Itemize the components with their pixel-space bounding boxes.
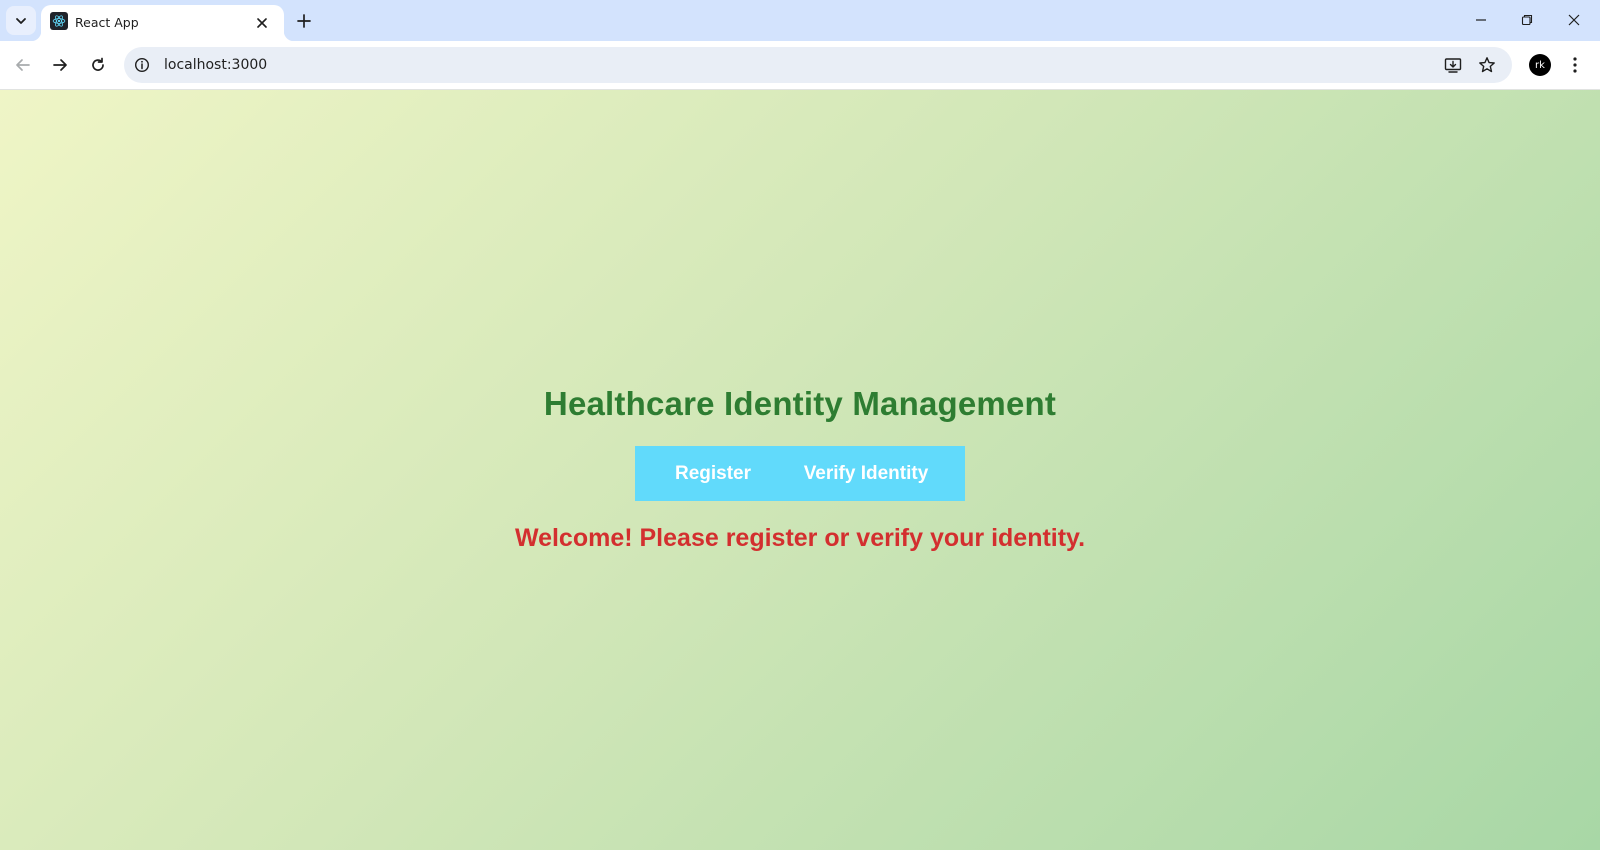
restore-icon [1521,14,1533,26]
react-logo-icon [50,12,68,30]
browser-toolbar: localhost:3000 rk [0,41,1600,90]
plus-icon [297,14,311,28]
close-window-button[interactable] [1551,5,1597,35]
register-button[interactable]: Register [635,446,779,501]
arrow-right-icon [53,59,67,71]
bookmark-button[interactable] [1475,53,1499,77]
minimize-window-button[interactable] [1458,5,1504,35]
arrow-left-icon [16,59,30,71]
kebab-menu-icon [1573,57,1577,73]
minimize-icon [1476,19,1486,21]
close-icon [257,18,267,28]
page-title: Healthcare Identity Management [543,385,1057,422]
action-button-group: Register Verify Identity [635,446,965,501]
star-icon [1479,57,1495,73]
tab-close-button[interactable] [252,13,272,33]
app-container: Healthcare Identity Management Register … [0,90,1600,850]
page-viewport: Healthcare Identity Management Register … [0,90,1600,850]
tab-strip: React App [0,0,1600,41]
install-app-button[interactable] [1441,53,1465,77]
restore-window-button[interactable] [1504,5,1550,35]
browser-menu-button[interactable] [1563,53,1587,77]
new-tab-button[interactable] [292,9,316,33]
forward-button[interactable] [45,50,75,80]
chevron-down-icon [16,17,26,24]
welcome-message: Welcome! Please register or verify your … [514,524,1086,552]
info-icon [134,57,150,73]
reload-button[interactable] [83,50,113,80]
reload-icon [92,57,104,71]
install-app-icon [1444,58,1462,73]
close-icon [1568,14,1580,26]
browser-tab-active[interactable]: React App [31,5,294,41]
back-button[interactable] [8,50,38,80]
verify-identity-button[interactable]: Verify Identity [779,446,965,501]
tab-title: React App [75,15,139,30]
site-info-button[interactable] [132,55,152,75]
address-bar[interactable]: localhost:3000 [124,47,1512,83]
address-url[interactable]: localhost:3000 [164,57,267,73]
profile-avatar[interactable]: rk [1529,54,1551,76]
